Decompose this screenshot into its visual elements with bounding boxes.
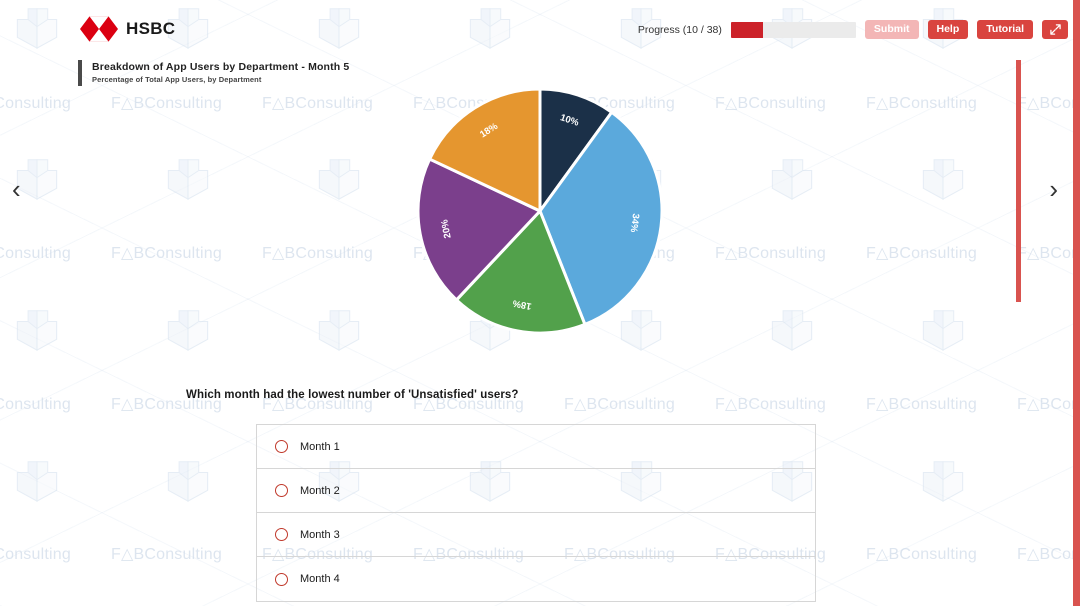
progress-bar-fill [730,21,764,38]
answer-option-label: Month 1 [300,440,340,453]
radio-button-icon[interactable] [275,440,288,453]
answer-option-label: Month 3 [300,528,340,541]
hsbc-logo: HSBC [80,16,175,42]
hsbc-hexagon-logo-icon [80,16,118,42]
answer-option-opt-3[interactable]: Month 3 [257,513,815,557]
toolbar: Progress (10 / 38) Submit Help Tutorial [638,20,1068,39]
assessment-screen: F△BConsultingF△BConsultingF△BConsultingF… [0,0,1080,606]
chart-title: Breakdown of App Users by Department - M… [92,61,350,73]
answer-option-opt-1[interactable]: Month 1 [257,425,815,469]
progress-label: Progress (10 / 38) [637,23,722,36]
answer-option-label: Month 4 [300,573,340,585]
content-root: HSBC Breakdown of App Users by Departmen… [0,0,1080,606]
next-question-arrow[interactable]: › [1049,176,1058,202]
progress-bar [730,21,856,38]
tutorial-button[interactable]: Tutorial [977,20,1033,39]
radio-button-icon[interactable] [275,484,288,497]
chart-title-block: Breakdown of App Users by Department - M… [78,60,349,86]
expand-diagonal-arrows-icon [1049,24,1061,35]
answer-option-label: Month 2 [300,484,340,497]
red-rail-edge [1073,0,1080,606]
previous-question-arrow[interactable]: ‹ [12,176,21,202]
answer-options-list: Month 1 Month 2 Month 3 Month 4 [256,424,816,602]
answer-option-opt-2[interactable]: Month 2 [257,469,815,513]
expand-fullscreen-button[interactable] [1042,20,1068,39]
pie-chart: 10%34%18%20%18% [416,87,664,335]
answer-option-opt-4[interactable]: Month 4 [257,557,815,601]
red-rail-inner [1016,60,1021,302]
radio-button-icon[interactable] [275,528,288,541]
hsbc-wordmark: HSBC [126,19,176,38]
chart-subtitle: Percentage of Total App Users, by Depart… [92,75,262,84]
radio-button-icon[interactable] [275,572,288,586]
pie-chart-container: 10% 34% 18% 20% 18% [0,86,1080,336]
help-button[interactable]: Help [927,20,969,39]
submit-button[interactable]: Submit [864,20,919,39]
question-prompt: Which month had the lowest number of 'Un… [186,389,519,401]
